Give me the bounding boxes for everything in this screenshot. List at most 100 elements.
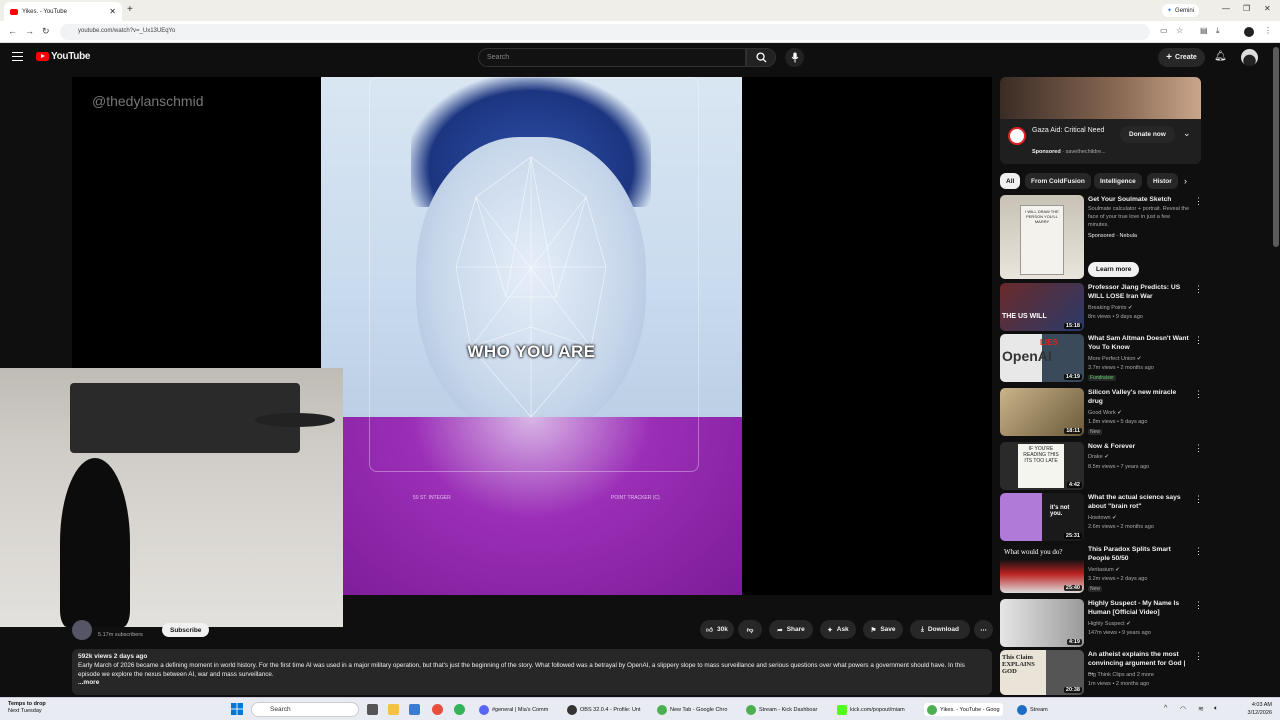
chevron-down-icon[interactable]: ⌄ [1183,128,1191,139]
list-item[interactable]: 4:19 Highly Suspect - My Name Is Human [… [1000,599,1203,647]
store-icon[interactable] [409,704,420,715]
bookmark-star-icon[interactable]: ☆ [1176,26,1183,35]
taskbar-app-youtube-active[interactable]: Yikes. - YouTube - Goog [924,703,1003,716]
url-field[interactable]: youtube.com/watch?v=_Ux13UEqYo [60,24,1150,40]
list-item[interactable]: it's not you. 25:31 What the actual scie… [1000,493,1203,541]
view-count-date: 592k views 2 days ago [78,653,148,660]
more-actions-icon[interactable]: ⋯ [974,620,993,639]
account-avatar[interactable] [1241,49,1258,66]
list-item[interactable]: OpenAI LIES 14:19 What Sam Altman Doesn'… [1000,334,1203,382]
youtube-favicon-icon [10,8,18,15]
taskbar-app-stream[interactable]: Stream [1014,703,1051,716]
back-icon[interactable]: ← [8,26,17,36]
search-input[interactable]: Search [478,48,746,67]
reload-icon[interactable]: ↻ [42,26,50,37]
advertiser-logo [1008,127,1026,145]
browser-menu-icon[interactable]: ⋮ [1264,26,1272,35]
hamburger-menu-icon[interactable] [12,52,23,61]
subscribe-button[interactable]: Subscribe [162,623,210,637]
search-button[interactable] [746,48,776,67]
save-button[interactable]: ⚑ Save [863,620,903,639]
recommendation-title: Silicon Valley's new miracle drug [1088,389,1177,405]
taskbar-app-chrome-newtab[interactable]: New Tab - Google Chro [654,703,730,716]
wifi-icon[interactable]: ≋ [1198,705,1204,713]
chip-from-coldfusion[interactable]: From ColdFusion [1025,173,1091,189]
video-duration: 14:19 [1063,374,1082,380]
new-badge: New [1088,586,1103,592]
ask-button[interactable]: ✦ Ask [820,620,856,639]
taskbar-clock[interactable]: 4:03 AM 3/12/2026 [1238,701,1272,717]
windows-start-icon[interactable] [231,703,243,715]
more-options-icon[interactable]: ⋮ [1194,284,1203,295]
thumbnail-text: This Claim EXPLAINS GOD [1002,654,1035,675]
more-options-icon[interactable]: ⋮ [1194,196,1203,207]
chevron-right-icon[interactable]: › [1184,176,1187,186]
voice-search-button[interactable] [785,48,804,67]
video-watermark: @thedylanschmid [92,93,204,109]
channel-action-row: 5.17m subscribers Subscribe 👍︎ 30k 👎︎ ➦ … [72,620,993,642]
volume-icon[interactable]: 🔈︎ [1214,705,1218,713]
more-options-icon[interactable]: ⋮ [1194,651,1203,662]
task-view-icon[interactable] [367,704,378,715]
sidepanel-icon[interactable]: ▤ [1200,26,1208,35]
taskbar-app-kick-popout[interactable]: kick.com/popout/miam [834,703,908,716]
list-item[interactable]: 18:11 Silicon Valley's new miracle drug … [1000,388,1203,436]
list-item[interactable]: THE US WILL 15:18 Professor Jiang Predic… [1000,283,1203,331]
channel-name: Breaking Points ✔ [1088,305,1133,311]
recommendation-title: Get Your Soulmate Sketch [1088,196,1172,203]
taskbar-app-obs[interactable]: OBS 32.0.4 - Profile: Unt [564,703,644,716]
forward-icon[interactable]: → [25,26,34,36]
channel-avatar[interactable] [72,620,92,640]
cast-icon[interactable]: ▭ [1160,26,1168,35]
weather-widget[interactable]: Temps to drop Next Tuesday [8,701,46,715]
learn-more-button[interactable]: Learn more [1088,262,1140,277]
tray-chevron-icon[interactable]: ^ [1164,705,1167,712]
close-tab-icon[interactable]: ✕ [109,7,116,16]
taskbar-app-discord[interactable]: #general | Mia's Comm [476,703,551,716]
download-icon[interactable]: ⤓ [1216,26,1220,36]
scrollbar-thumb[interactable] [1273,47,1279,247]
network-icon[interactable]: ◠ [1180,705,1186,713]
more-options-icon[interactable]: ⋮ [1194,335,1203,346]
maximize-icon[interactable]: ❐ [1243,4,1250,13]
youtube-logo[interactable]: YouTube [36,51,91,62]
more-options-icon[interactable]: ⋮ [1194,546,1203,557]
dislike-button[interactable]: 👎︎ [738,620,762,639]
page-scrollbar[interactable] [1272,43,1280,697]
list-item[interactable]: This Claim EXPLAINS GOD 20:38 An atheist… [1000,650,1203,696]
share-icon: ➦ [777,626,783,634]
create-button[interactable]: + Create [1158,48,1205,67]
new-tab-icon[interactable]: + [127,4,133,15]
chip-all[interactable]: All [1000,173,1021,189]
address-toolbar: ← → ↻ youtube.com/watch?v=_Ux13UEqYo ▭ ☆… [0,21,1280,43]
taskbar-search[interactable]: Search [251,702,359,717]
list-item[interactable]: What would you do? 25:40 This Paradox Sp… [1000,545,1203,593]
video-description[interactable]: 592k views 2 days ago Early March of 202… [72,649,992,695]
minimize-icon[interactable]: — [1222,4,1230,13]
show-more-link[interactable]: ...more [78,679,986,686]
sponsored-ad-card[interactable]: Gaza Aid: Critical Need Sponsored · save… [1000,77,1201,164]
close-window-icon[interactable]: ✕ [1264,4,1271,13]
like-button[interactable]: 👍︎ 30k [700,620,734,639]
file-explorer-icon[interactable] [388,704,399,715]
recommendation-title: What the actual science says about "brai… [1088,494,1181,510]
chip-intelligence[interactable]: Intelligence [1094,173,1142,189]
app-icon[interactable] [454,704,465,715]
gemini-button[interactable]: ✦ Gemini [1162,4,1200,17]
taskbar-app-kick-dashboard[interactable]: Stream - Kick Dashboar [743,703,820,716]
notifications-bell-icon[interactable]: 🔔︎ [1214,51,1227,62]
recommendation-title: Now & Forever [1088,443,1136,450]
donate-now-button[interactable]: Donate now [1120,126,1175,143]
share-button[interactable]: ➦ Share [769,620,813,639]
browser-tab[interactable]: Yikes. - YouTube ✕ [4,2,122,21]
list-item[interactable]: IF YOU'RE READING THIS ITS TOO LATE 4:42… [1000,442,1203,490]
profile-avatar[interactable] [1244,27,1254,37]
browser-app-icon[interactable] [432,704,443,715]
video-thumbnail: OpenAI LIES 14:19 [1000,334,1084,382]
download-button[interactable]: ⤓ Download [910,620,970,639]
more-options-icon[interactable]: ⋮ [1194,600,1203,611]
more-options-icon[interactable]: ⋮ [1194,443,1203,454]
more-options-icon[interactable]: ⋮ [1194,494,1203,505]
more-options-icon[interactable]: ⋮ [1194,389,1203,400]
chip-history[interactable]: Histor [1147,173,1178,189]
